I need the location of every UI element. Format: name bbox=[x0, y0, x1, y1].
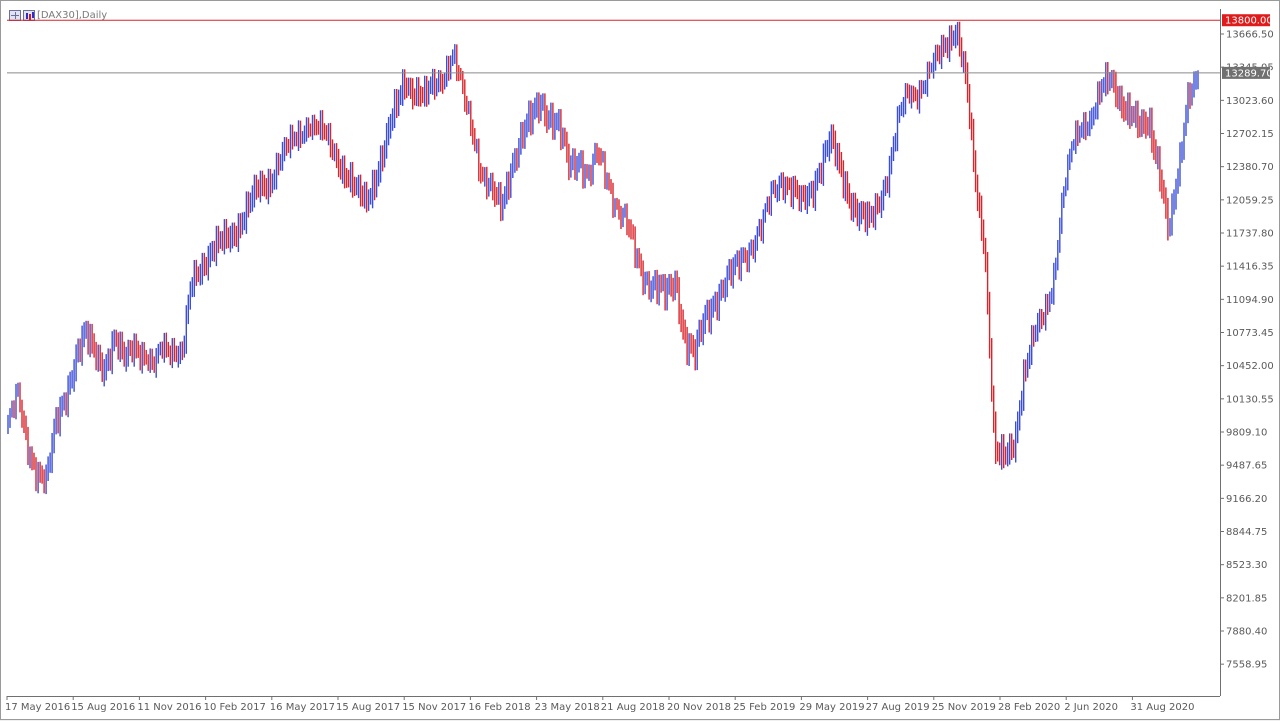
y-tick-label: 8201.85 bbox=[1226, 593, 1267, 604]
y-tick-label: 8523.30 bbox=[1226, 560, 1267, 571]
y-tick-label: 11737.80 bbox=[1226, 229, 1274, 240]
x-tick-label: 10 Feb 2017 bbox=[204, 702, 266, 713]
y-tick-label: 12059.25 bbox=[1226, 195, 1274, 206]
y-tick-label: 8844.75 bbox=[1226, 527, 1267, 538]
y-tick-label: 13666.50 bbox=[1226, 30, 1274, 41]
x-tick-label: 16 May 2017 bbox=[270, 702, 335, 713]
chart-window: [DAX30],Daily 13666.5013345.0513023.6012… bbox=[0, 0, 1280, 720]
x-tick-label: 27 Aug 2019 bbox=[866, 702, 930, 713]
y-tick-label: 13023.60 bbox=[1226, 96, 1274, 107]
y-tick-label: 12380.70 bbox=[1226, 162, 1274, 173]
x-tick-label: 28 Feb 2020 bbox=[998, 702, 1060, 713]
x-tick-label: 25 Nov 2019 bbox=[932, 702, 996, 713]
x-tick-label: 21 Aug 2018 bbox=[601, 702, 665, 713]
current-price-label: 13289.70 bbox=[1225, 68, 1273, 79]
x-tick-label: 15 Aug 2016 bbox=[71, 702, 135, 713]
price-chart[interactable]: 13666.5013345.0513023.6012702.1512380.70… bbox=[1, 1, 1280, 721]
x-tick-label: 15 Aug 2017 bbox=[336, 702, 400, 713]
y-tick-label: 10773.45 bbox=[1226, 328, 1274, 339]
x-tick-label: 31 Aug 2020 bbox=[1130, 702, 1194, 713]
x-tick-label: 15 Nov 2017 bbox=[402, 702, 466, 713]
y-tick-label: 9487.65 bbox=[1226, 461, 1267, 472]
x-tick-label: 16 Feb 2018 bbox=[468, 702, 530, 713]
x-tick-label: 17 May 2016 bbox=[5, 702, 70, 713]
x-tick-label: 25 Feb 2019 bbox=[733, 702, 795, 713]
y-tick-label: 11094.90 bbox=[1226, 295, 1274, 306]
y-tick-label: 9809.10 bbox=[1226, 428, 1267, 439]
y-tick-label: 10452.00 bbox=[1226, 361, 1274, 372]
y-tick-label: 11416.35 bbox=[1226, 262, 1274, 273]
y-tick-label: 9166.20 bbox=[1226, 494, 1267, 505]
x-tick-label: 2 Jun 2020 bbox=[1064, 702, 1118, 713]
y-tick-label: 7880.40 bbox=[1226, 627, 1267, 638]
plot-area bbox=[7, 19, 1220, 495]
x-tick-label: 23 May 2018 bbox=[535, 702, 600, 713]
y-tick-label: 12702.15 bbox=[1226, 129, 1274, 140]
resistance-price-label: 13800.00 bbox=[1225, 16, 1273, 27]
y-tick-label: 7558.95 bbox=[1226, 660, 1267, 671]
y-tick-label: 10130.55 bbox=[1226, 394, 1274, 405]
x-tick-label: 29 May 2019 bbox=[799, 702, 864, 713]
x-tick-label: 20 Nov 2018 bbox=[667, 702, 731, 713]
x-tick-label: 11 Nov 2016 bbox=[137, 702, 201, 713]
